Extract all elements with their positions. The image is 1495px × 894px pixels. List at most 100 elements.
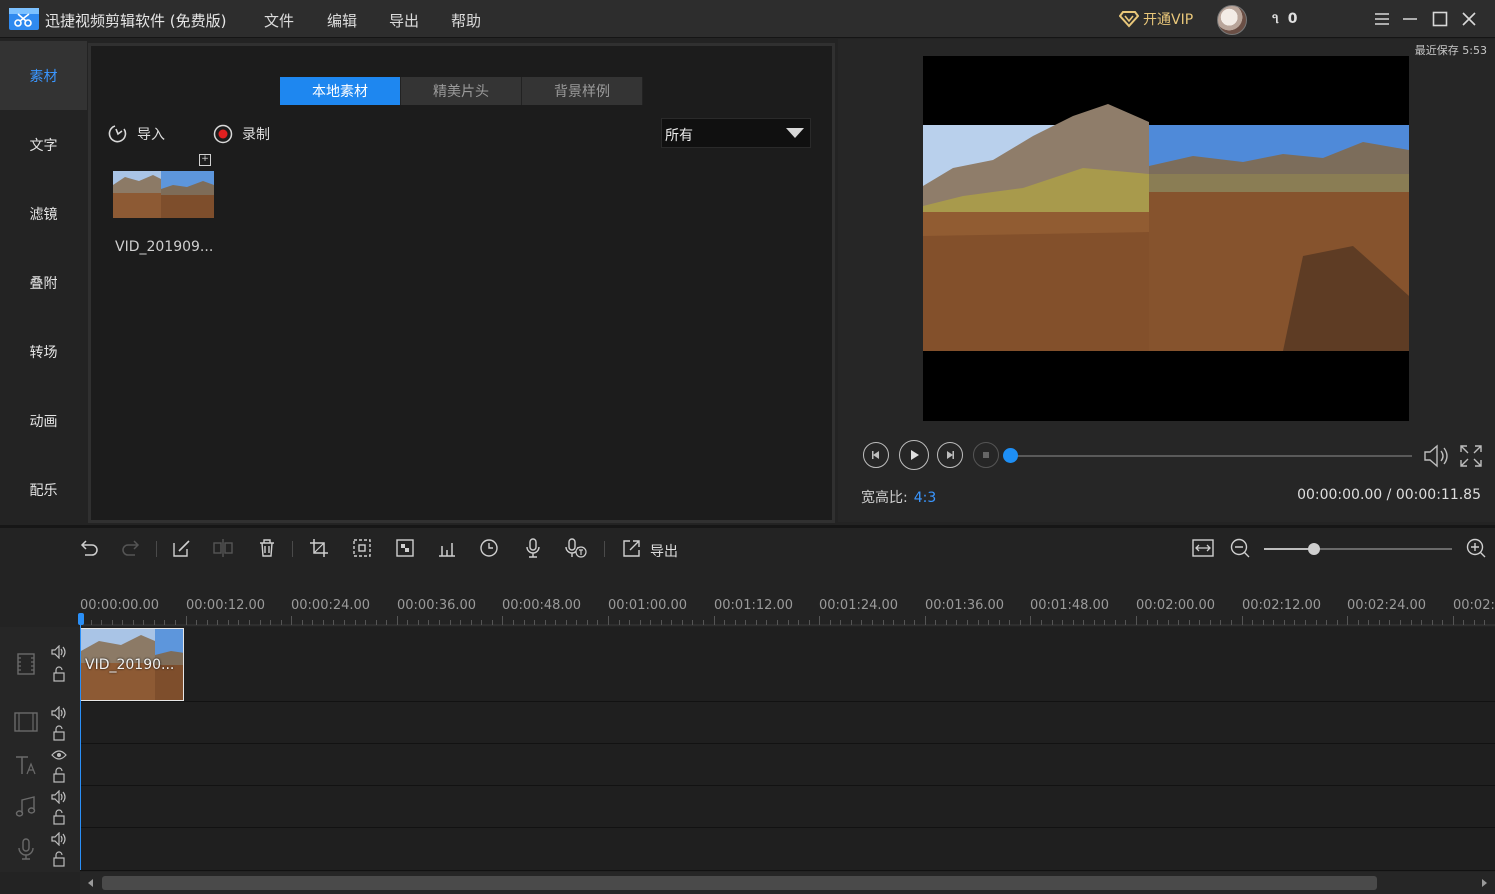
track-volume-icon[interactable] xyxy=(50,643,68,661)
close-icon[interactable] xyxy=(1456,6,1482,32)
sidebar-item-transition[interactable]: 转场 xyxy=(0,317,87,386)
tab-intro-clips[interactable]: 精美片头 xyxy=(401,77,522,105)
speech-to-text-icon[interactable] xyxy=(564,536,588,560)
ruler-tick-label: 00:02:12.00 xyxy=(1242,598,1322,613)
music-track[interactable] xyxy=(80,786,1495,828)
fit-timeline-icon[interactable] xyxy=(1191,536,1215,560)
aspect-ratio-value[interactable]: 4:3 xyxy=(914,490,937,506)
timeline-scrollbar[interactable] xyxy=(80,872,1495,894)
track-volume-icon[interactable] xyxy=(50,830,68,848)
timeline-ruler[interactable]: 00:00:00.00 00:00:12.00 00:00:24.00 00:0… xyxy=(80,590,1495,626)
ruler-tick-label: 00:00:48.00 xyxy=(502,598,582,613)
app-logo-icon xyxy=(9,8,39,30)
tab-local-material[interactable]: 本地素材 xyxy=(280,77,401,105)
crop-icon[interactable] xyxy=(307,536,331,560)
filter-select[interactable]: 所有 xyxy=(661,118,811,148)
preview-frame-image xyxy=(923,56,1409,421)
menu-export[interactable]: 导出 xyxy=(389,10,419,31)
record-button[interactable]: 录制 xyxy=(212,123,270,145)
playback-progress-track[interactable] xyxy=(1010,455,1412,457)
delete-icon[interactable] xyxy=(255,536,279,560)
track-headers xyxy=(0,627,80,872)
stop-button[interactable] xyxy=(973,442,999,468)
playback-progress-handle[interactable] xyxy=(1003,448,1018,463)
ruler-tick-label: 00:01:48.00 xyxy=(1030,598,1110,613)
prev-frame-button[interactable] xyxy=(863,442,889,468)
sidebar-item-animation[interactable]: 动画 xyxy=(0,386,87,455)
fullscreen-icon[interactable] xyxy=(1458,443,1484,469)
track-lock-icon[interactable] xyxy=(50,808,68,826)
tab-background-samples[interactable]: 背景样例 xyxy=(522,77,643,105)
app-title: 迅捷视频剪辑软件 (免费版) xyxy=(45,12,227,30)
export-icon[interactable] xyxy=(620,536,644,560)
next-frame-icon xyxy=(947,451,954,459)
filter-select-value: 所有 xyxy=(665,128,693,144)
playhead-handle[interactable] xyxy=(78,613,84,625)
media-thumbnail[interactable] xyxy=(113,171,214,218)
menu-edit[interactable]: 编辑 xyxy=(327,10,357,31)
play-icon xyxy=(911,450,919,460)
media-panel: 本地素材 精美片头 背景样例 导入 录制 所有 + VID_201909... xyxy=(88,43,835,523)
split-icon[interactable] xyxy=(211,536,235,560)
edit-icon[interactable] xyxy=(170,536,194,560)
menu-icon[interactable] xyxy=(1369,6,1395,32)
bar-chart-icon[interactable] xyxy=(435,536,459,560)
pip-track[interactable] xyxy=(80,702,1495,744)
autosave-status: 最近保存 5:53 xyxy=(1414,44,1487,57)
pip-track-icon xyxy=(12,708,40,736)
timeline-scrollbar-thumb[interactable] xyxy=(102,876,1377,890)
scroll-right-icon[interactable] xyxy=(1482,879,1487,887)
ruler-tick-label: 00:00:24.00 xyxy=(291,598,371,613)
menu-file[interactable]: 文件 xyxy=(264,10,294,31)
import-icon xyxy=(108,125,127,143)
scroll-left-icon[interactable] xyxy=(88,879,93,887)
minimize-icon[interactable] xyxy=(1397,6,1423,32)
vip-label: 开通VIP xyxy=(1143,12,1194,28)
track-lock-icon[interactable] xyxy=(50,665,68,683)
text-track[interactable] xyxy=(80,744,1495,786)
track-volume-icon[interactable] xyxy=(50,788,68,806)
ruler-tick-label: 00:01:12.00 xyxy=(714,598,794,613)
export-label[interactable]: 导出 xyxy=(650,541,678,561)
next-frame-button[interactable] xyxy=(937,442,963,468)
ruler-tick-label: 00:00:00.00 xyxy=(80,598,160,613)
track-lock-icon[interactable] xyxy=(50,724,68,742)
clock-icon[interactable] xyxy=(477,536,501,560)
username[interactable]: ૧ 0 xyxy=(1272,11,1299,27)
voiceover-track[interactable] xyxy=(80,828,1495,871)
timecode: 00:00:00.00 / 00:00:11.85 xyxy=(1297,487,1481,503)
preview-screen[interactable] xyxy=(923,56,1409,421)
timeline-clip[interactable]: VID_20190... xyxy=(80,628,184,701)
maximize-icon[interactable] xyxy=(1427,6,1453,32)
import-button[interactable]: 导入 xyxy=(107,123,165,145)
resize-icon[interactable] xyxy=(350,536,374,560)
track-volume-icon[interactable] xyxy=(50,704,68,722)
track-visibility-icon[interactable] xyxy=(50,746,68,764)
sidebar-item-filter[interactable]: 滤镜 xyxy=(0,179,87,248)
time-current: 00:00:00.00 xyxy=(1297,487,1383,503)
menu-help[interactable]: 帮助 xyxy=(451,10,481,31)
track-lock-icon[interactable] xyxy=(50,850,68,868)
mosaic-icon[interactable] xyxy=(393,536,417,560)
undo-icon[interactable] xyxy=(77,536,101,560)
zoom-out-icon[interactable] xyxy=(1228,536,1252,560)
play-button[interactable] xyxy=(899,440,929,470)
thumbnail-add-icon[interactable]: + xyxy=(199,154,211,166)
ruler-tick-label: 00:02:24.00 xyxy=(1347,598,1427,613)
zoom-slider-fill xyxy=(1264,548,1314,550)
sidebar-item-music[interactable]: 配乐 xyxy=(0,455,87,524)
volume-icon[interactable] xyxy=(1422,443,1452,469)
microphone-icon[interactable] xyxy=(521,536,545,560)
track-lock-icon[interactable] xyxy=(50,766,68,784)
zoom-slider-handle[interactable] xyxy=(1308,543,1320,555)
video-track[interactable] xyxy=(80,627,1495,702)
sidebar-item-text[interactable]: 文字 xyxy=(0,110,87,179)
redo-icon[interactable] xyxy=(119,536,143,560)
ruler-tick-label: 00:01:00.00 xyxy=(608,598,688,613)
sidebar-item-material[interactable]: 素材 xyxy=(0,41,87,110)
avatar[interactable] xyxy=(1217,5,1247,35)
vip-button[interactable]: 开通VIP xyxy=(1119,8,1193,30)
playhead[interactable] xyxy=(80,614,81,870)
zoom-in-icon[interactable] xyxy=(1464,536,1488,560)
sidebar-item-overlay[interactable]: 叠附 xyxy=(0,248,87,317)
